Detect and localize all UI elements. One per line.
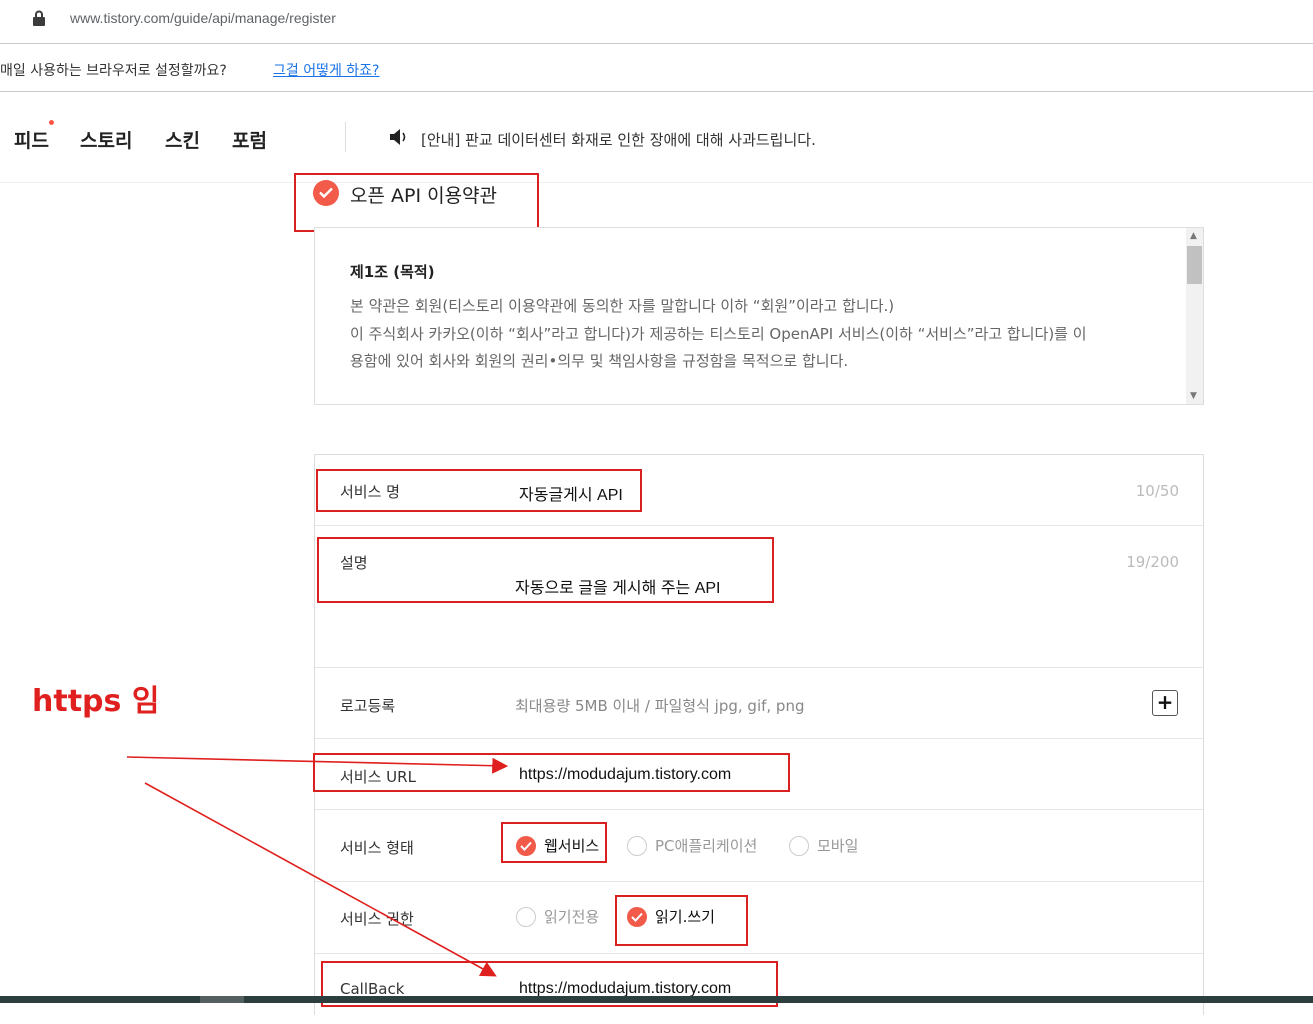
terms-line: 본 약관은 회원(티스토리 이용약관에 동의한 자를 말합니다 이하 “회원”이… — [350, 297, 895, 315]
radio-label: PC애플리케이션 — [655, 837, 758, 855]
speaker-icon — [390, 129, 406, 145]
unchecked-icon — [516, 906, 536, 927]
lock-icon — [33, 10, 45, 26]
nav-divider — [345, 122, 346, 152]
terms-line: 용함에 있어 회사와 회원의 권리•의무 및 책임사항을 규정함을 목적으로 합… — [350, 352, 849, 370]
highlight-box — [316, 469, 642, 512]
highlight-box — [313, 753, 790, 792]
address-bar[interactable]: www.tistory.com/guide/api/manage/registe… — [0, 0, 1313, 44]
radio-read-only[interactable]: 읽기전용 — [516, 906, 599, 927]
radio-mobile[interactable]: 모바일 — [789, 835, 858, 856]
service-permission-row: 서비스 권한 읽기전용 읽기.쓰기 — [315, 882, 1203, 954]
highlight-box — [317, 537, 774, 603]
nav-item-skin[interactable]: 스킨 — [165, 126, 200, 153]
annotation-text: https 임 — [32, 684, 160, 719]
logo-label: 로고등록 — [340, 697, 396, 715]
radio-label: 모바일 — [817, 837, 859, 855]
unchecked-icon — [789, 835, 809, 856]
notice-text[interactable]: [안내] 판교 데이터센터 화재로 인한 장애에 대해 사과드립니다. — [421, 129, 816, 150]
radio-pc-application[interactable]: PC애플리케이션 — [627, 835, 757, 856]
service-type-label: 서비스 형태 — [340, 839, 414, 857]
highlight-box — [615, 895, 748, 946]
scroll-down-icon[interactable]: ▼ — [1190, 391, 1197, 401]
radio-label: 읽기전용 — [544, 908, 600, 926]
taskbar-strip — [0, 996, 1313, 1003]
infobar-question: 매일 사용하는 브라우저로 설정할까요? — [0, 63, 227, 79]
service-type-row: 서비스 형태 웹서비스 PC애플리케이션 모바일 — [315, 810, 1203, 882]
taskbar-tab[interactable] — [200, 996, 244, 1003]
highlight-box — [501, 822, 607, 863]
top-navigation: 피드 스토리 스킨 포럼 [안내] 판교 데이터센터 화재로 인한 장애에 대해… — [0, 92, 1313, 183]
nav-item-forum[interactable]: 포럼 — [232, 126, 267, 153]
terms-scroll-box[interactable]: 제1조 (목적) 본 약관은 회원(티스토리 이용약관에 동의한 자를 말합니다… — [314, 227, 1204, 405]
infobar-link[interactable]: 그걸 어떻게 하죠? — [273, 60, 380, 80]
nav-item-feed[interactable]: 피드 — [14, 126, 49, 153]
unchecked-icon — [627, 835, 647, 856]
highlight-box — [294, 173, 539, 232]
description-count: 19/200 — [1126, 553, 1179, 571]
service-permission-label: 서비스 권한 — [340, 910, 414, 928]
logo-hint: 최대용량 5MB 이내 / 파일형식 jpg, gif, png — [515, 697, 805, 715]
default-browser-infobar: 매일 사용하는 브라우저로 설정할까요? 그걸 어떻게 하죠? — [0, 44, 1313, 92]
nav-item-story[interactable]: 스토리 — [80, 126, 132, 153]
scrollbar[interactable]: ▲ ▼ — [1186, 228, 1203, 404]
terms-line: 이 주식회사 카카오(이하 “회사”라고 합니다)가 제공하는 티스토리 Ope… — [350, 325, 1087, 343]
url-text[interactable]: www.tistory.com/guide/api/manage/registe… — [70, 10, 336, 26]
new-indicator-dot — [49, 120, 54, 125]
scrollbar-thumb[interactable] — [1187, 246, 1202, 284]
add-logo-button[interactable]: + — [1152, 690, 1178, 716]
scroll-up-icon[interactable]: ▲ — [1190, 231, 1197, 241]
logo-row: 로고등록 최대용량 5MB 이내 / 파일형식 jpg, gif, png + — [315, 668, 1203, 739]
service-name-count: 10/50 — [1135, 482, 1179, 500]
article-title: 제1조 (목적) — [350, 263, 435, 281]
